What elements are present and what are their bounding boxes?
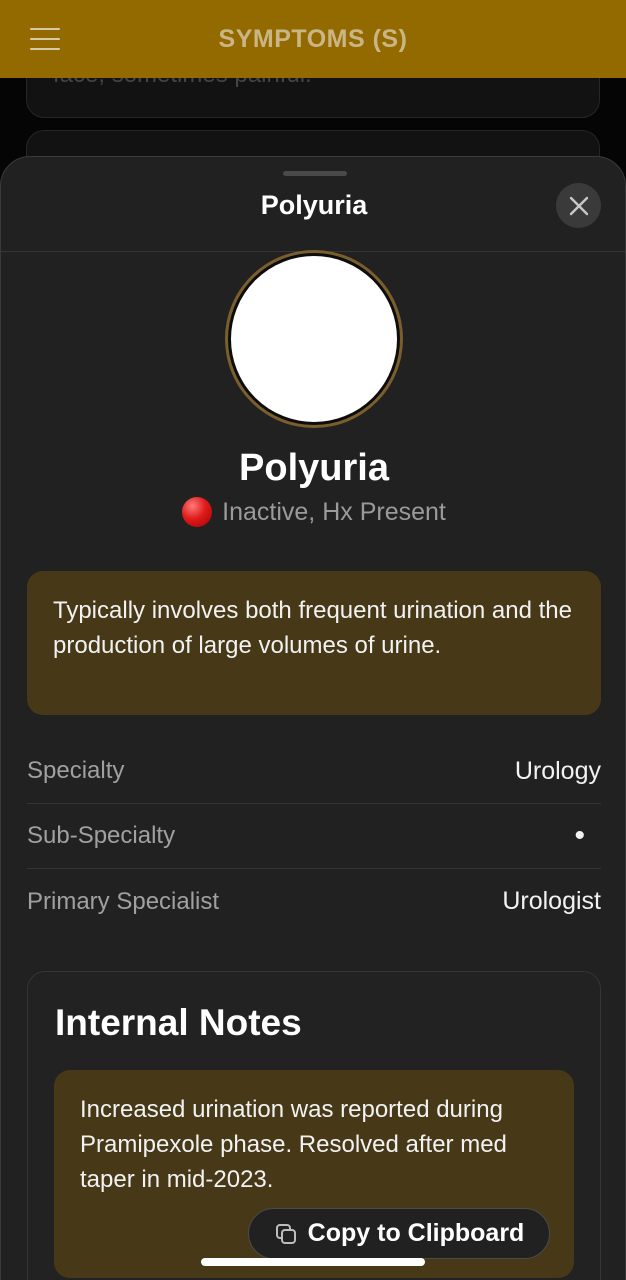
info-row-sub-specialty: Sub-Specialty • bbox=[27, 804, 601, 869]
info-label: Primary Specialist bbox=[27, 887, 220, 915]
status-row: Inactive, Hx Present bbox=[1, 497, 626, 527]
notes-title: Internal Notes bbox=[55, 1002, 302, 1043]
hamburger-menu-icon[interactable] bbox=[30, 28, 60, 50]
screen: face, sometimes painful. SYMPTOMS (S) Po… bbox=[0, 0, 626, 1280]
info-value: Urologist bbox=[502, 887, 601, 915]
info-label: Specialty bbox=[27, 757, 125, 784]
info-label: Sub-Specialty bbox=[27, 822, 176, 849]
internal-notes-card: Internal Notes Increased urination was r… bbox=[27, 971, 601, 1280]
copy-icon bbox=[275, 1223, 296, 1244]
close-icon bbox=[569, 196, 588, 215]
info-row-primary-specialist: Primary Specialist Urologist bbox=[27, 869, 601, 934]
sheet-title: Polyuria bbox=[260, 190, 368, 220]
info-value: Urology bbox=[514, 756, 601, 785]
close-button[interactable] bbox=[556, 183, 601, 228]
description-box: Typically involves both frequent urinati… bbox=[27, 571, 601, 715]
copy-button-label: Copy to Clipboard bbox=[307, 1219, 525, 1247]
status-text: Inactive, Hx Present bbox=[222, 497, 446, 526]
app-title: SYMPTOMS (S) bbox=[218, 24, 408, 53]
symptom-avatar bbox=[228, 253, 400, 425]
info-list: Specialty Urology Sub-Specialty • Primar… bbox=[27, 739, 601, 934]
symptom-name: Polyuria bbox=[239, 447, 389, 489]
status-dot-icon bbox=[182, 497, 213, 527]
copy-to-clipboard-button[interactable]: Copy to Clipboard bbox=[248, 1208, 550, 1259]
detail-sheet: Polyuria Polyuria Inactive, Hx Present T… bbox=[0, 156, 626, 1280]
info-row-specialty: Specialty Urology bbox=[27, 739, 601, 804]
home-indicator[interactable] bbox=[201, 1258, 425, 1266]
info-value: • bbox=[574, 819, 585, 852]
sheet-header: Polyuria bbox=[1, 157, 626, 252]
app-bar: SYMPTOMS (S) bbox=[0, 0, 626, 78]
